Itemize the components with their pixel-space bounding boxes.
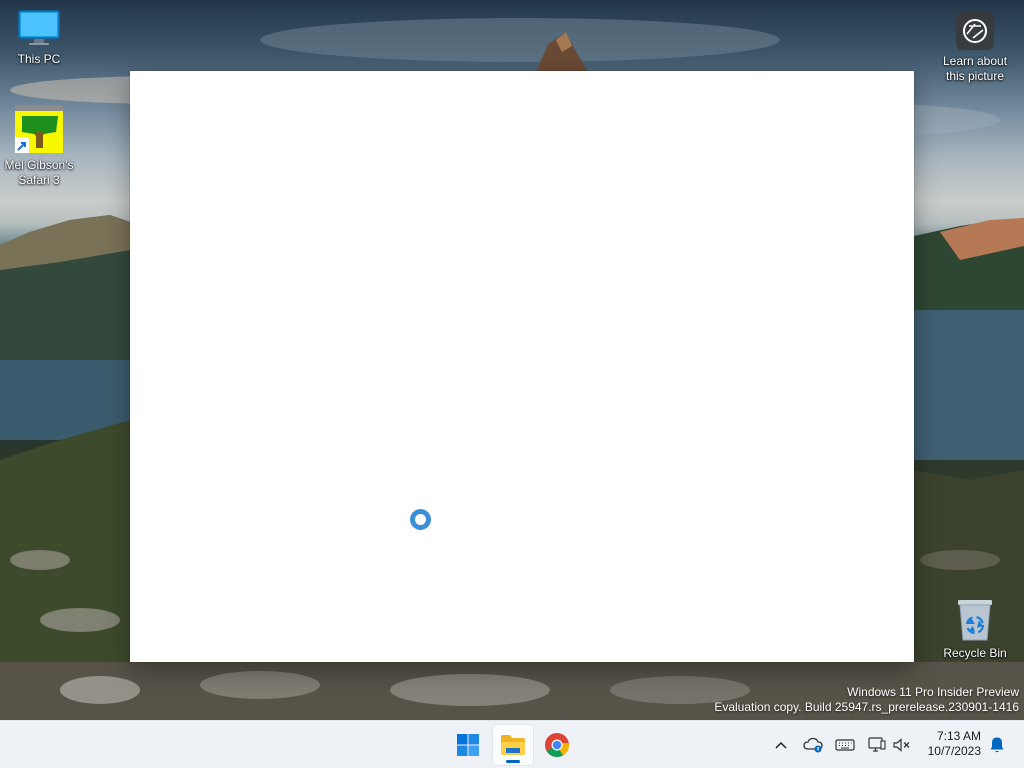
chrome-icon — [545, 733, 570, 758]
windows-logo-icon — [457, 734, 479, 756]
monitor-icon — [18, 10, 60, 45]
start-button[interactable] — [448, 725, 488, 765]
desktop: This PC Mel Gibson's Safari 3 Learn abou… — [0, 0, 1024, 720]
windows-watermark: Windows 11 Pro Insider Preview Evaluatio… — [714, 685, 1019, 715]
folder-icon — [501, 735, 525, 755]
desktop-icon-label: Learn about this picture — [942, 54, 1008, 83]
keyboard-tray-icon[interactable] — [833, 733, 857, 757]
app-shortcut-icon — [15, 105, 63, 153]
desktop-icon-learn-about-picture[interactable]: Learn about this picture — [937, 12, 1013, 84]
watermark-edition: Windows 11 Pro Insider Preview — [847, 685, 1019, 699]
speaker-muted-icon — [893, 738, 910, 752]
bell-icon — [990, 737, 1004, 753]
camera-icon — [956, 12, 994, 50]
desktop-icon-this-pc[interactable]: This PC — [1, 8, 77, 67]
clock-date: 10/7/2023 — [927, 744, 981, 758]
clock-time: 7:13 AM — [936, 729, 981, 743]
chevron-up-icon — [775, 741, 787, 749]
loading-window[interactable] — [130, 71, 914, 662]
volume-tray-icon[interactable] — [890, 733, 914, 757]
recycle-bin-icon — [958, 600, 992, 641]
desktop-icon-label: Mel Gibson's Safari 3 — [4, 158, 74, 187]
network-icon — [868, 737, 886, 752]
watermark-build: Evaluation copy. Build 25947.rs_prerelea… — [714, 700, 1019, 714]
desktop-icon-label: This PC — [17, 52, 61, 66]
taskbar: 7:13 AM 10/7/2023 — [0, 720, 1024, 768]
onedrive-tray-icon[interactable] — [801, 733, 825, 757]
loading-spinner — [410, 509, 431, 530]
desktop-icon-label: Recycle Bin — [943, 646, 1007, 660]
show-hidden-icons-button[interactable] — [769, 733, 793, 757]
desktop-icon-recycle-bin[interactable]: Recycle Bin — [937, 596, 1013, 661]
file-explorer-button[interactable] — [493, 725, 533, 765]
cloud-icon — [803, 737, 823, 753]
active-app-indicator — [506, 760, 520, 763]
network-tray-icon[interactable] — [865, 733, 889, 757]
notification-center-button[interactable] — [985, 733, 1009, 757]
keyboard-icon — [835, 739, 855, 751]
chrome-button[interactable] — [537, 725, 577, 765]
desktop-icon-mel-gibsons-safari[interactable]: Mel Gibson's Safari 3 — [1, 104, 77, 188]
clock[interactable]: 7:13 AM 10/7/2023 — [928, 729, 981, 759]
